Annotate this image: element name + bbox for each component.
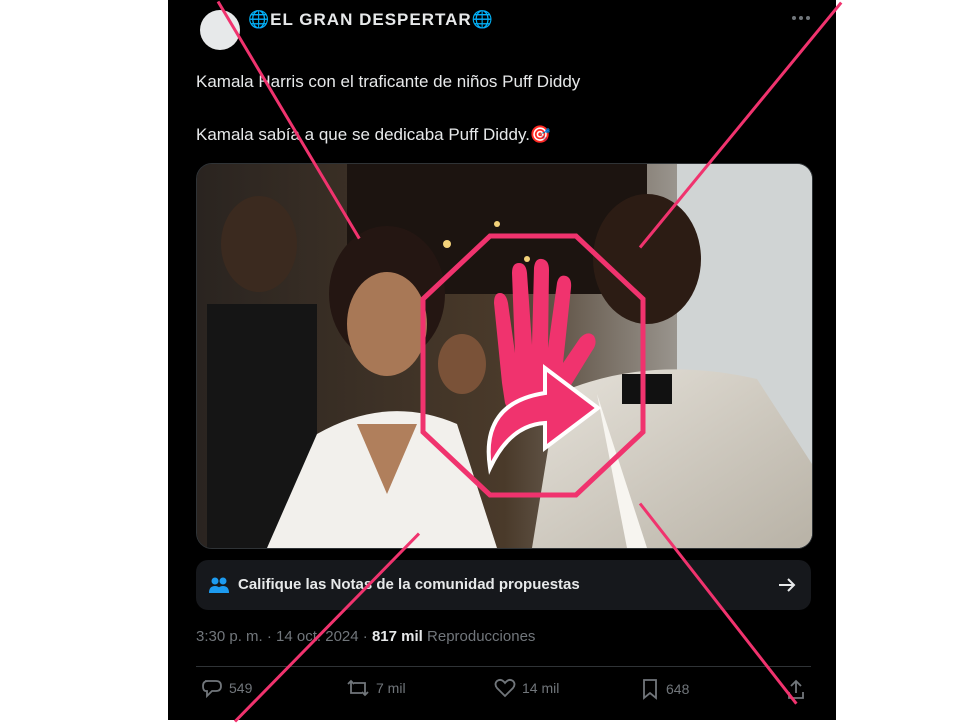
post-header: 🌐EL GRAN DESPERTAR🌐 <box>196 0 816 50</box>
bookmark-count: 648 <box>666 681 690 697</box>
like-button[interactable]: 14 mil <box>494 678 559 698</box>
heart-icon <box>494 678 516 698</box>
action-bar: 549 7 mil 14 mil 648 <box>196 678 836 708</box>
more-horizontal-icon <box>792 16 810 20</box>
post-text-line1: Kamala Harris con el traficante de niños… <box>196 72 581 91</box>
like-count: 14 mil <box>522 680 560 696</box>
post-text-line2: Kamala sabía a que se dedicaba Puff Didd… <box>196 125 552 144</box>
more-options-button[interactable] <box>786 8 816 28</box>
bookmark-button[interactable]: 648 <box>640 678 689 700</box>
stop-hand-arrow-icon <box>420 233 646 498</box>
meta-separator: · <box>262 628 277 645</box>
views-label: Reproducciones <box>427 628 536 645</box>
repost-button[interactable]: 7 mil <box>346 678 406 698</box>
reply-icon <box>202 680 222 698</box>
community-notes-label: Califique las Notas de la comunidad prop… <box>238 576 580 593</box>
post-meta: 3:30 p. m. · 14 oct. 2024 · 817 mil Repr… <box>196 628 535 645</box>
reply-button[interactable]: 549 <box>201 678 252 698</box>
repost-icon <box>347 679 369 697</box>
reply-count: 549 <box>229 680 253 696</box>
views-count: 817 mil <box>371 628 423 645</box>
people-icon <box>209 577 229 593</box>
bookmark-icon <box>643 679 657 700</box>
arrow-right-icon <box>779 578 796 592</box>
repost-count: 7 mil <box>376 680 406 696</box>
post-time[interactable]: 3:30 p. m. <box>196 628 263 645</box>
author-name[interactable]: 🌐EL GRAN DESPERTAR🌐 <box>248 10 494 30</box>
meta-separator: · <box>358 628 372 645</box>
